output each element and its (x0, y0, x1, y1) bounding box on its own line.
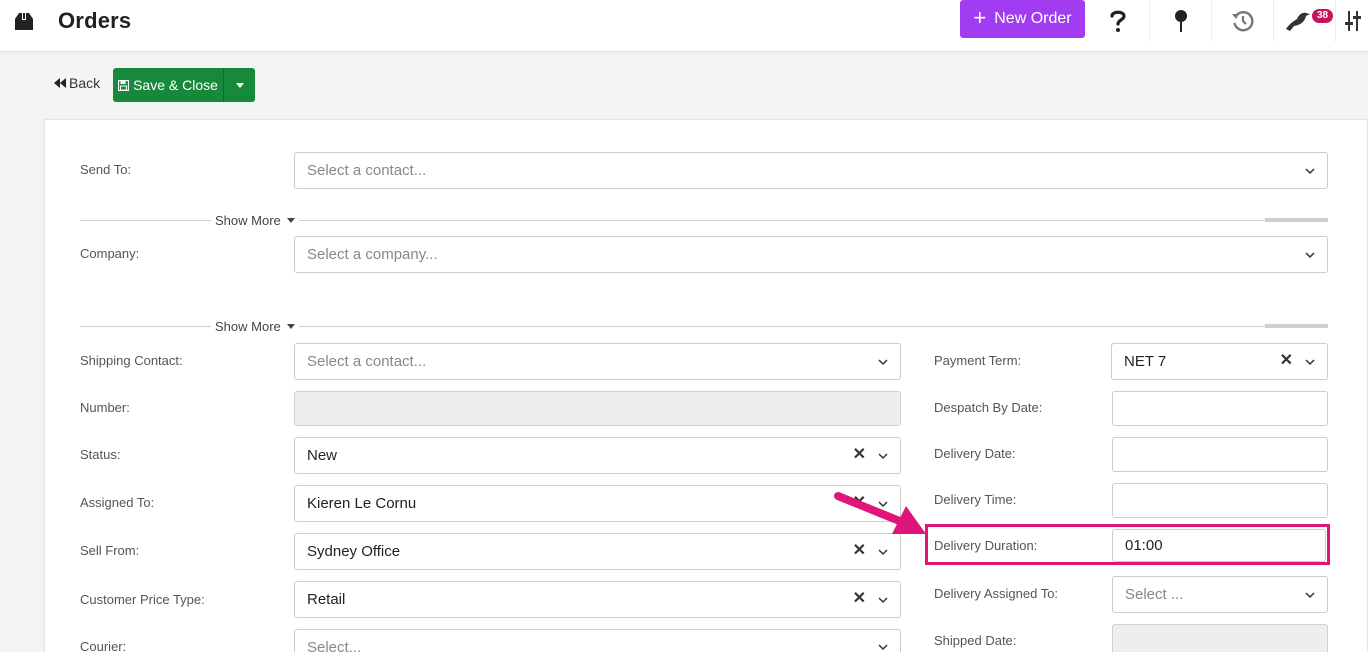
clear-icon[interactable]: ✕ (1280, 352, 1293, 370)
delivery-assigned-to-select[interactable]: Select ... (1112, 576, 1328, 613)
delivery-date-label: Delivery Date: (934, 446, 1016, 461)
chevron-down-icon (878, 453, 888, 460)
history-icon (1231, 11, 1254, 32)
status-value: New (307, 447, 338, 464)
assigned-to-select[interactable]: Kieren Le Cornu ✕ (294, 485, 901, 522)
chevron-down-icon (1305, 168, 1315, 175)
question-icon (1110, 10, 1126, 32)
delivery-time-input[interactable] (1112, 483, 1328, 518)
caret-down-icon (286, 324, 295, 329)
caret-down-icon (235, 82, 244, 88)
despatch-by-date-label: Despatch By Date: (934, 400, 1043, 415)
back-button[interactable]: Back (54, 75, 100, 91)
send-to-select[interactable]: Select a contact... (294, 152, 1328, 189)
assigned-to-value: Kieren Le Cornu (307, 495, 417, 512)
shipped-date-label: Shipped Date: (934, 633, 1017, 648)
customer-price-type-select[interactable]: Retail ✕ (294, 581, 901, 618)
page-title: Orders (58, 8, 132, 33)
status-select[interactable]: New ✕ (294, 437, 901, 474)
despatch-by-date-input[interactable] (1112, 391, 1328, 426)
payment-term-label: Payment Term: (934, 353, 1022, 368)
chevron-down-icon (1305, 592, 1315, 599)
delivery-assigned-to-placeholder: Select ... (1125, 586, 1184, 603)
shipping-contact-placeholder: Select a contact... (307, 353, 427, 370)
customer-price-type-label: Customer Price Type: (80, 592, 205, 607)
send-to-label: Send To: (80, 162, 132, 177)
shipped-date-field (1112, 624, 1328, 652)
new-order-button[interactable]: + New Order (960, 0, 1085, 38)
sell-from-label: Sell From: (80, 543, 140, 558)
back-label: Back (69, 75, 101, 91)
pin-icon (1174, 10, 1187, 32)
save-close-button[interactable]: Save & Close (113, 68, 223, 102)
notification-badge: 38 (1312, 9, 1334, 23)
send-to-placeholder: Select a contact... (307, 162, 427, 179)
chevron-down-icon (878, 549, 888, 556)
clear-icon[interactable]: ✕ (853, 590, 866, 608)
new-order-label: New Order (994, 10, 1072, 27)
save-close-label: Save & Close (133, 77, 218, 93)
history-button[interactable] (1211, 0, 1273, 42)
chevron-down-icon (1305, 359, 1315, 366)
clear-icon[interactable]: ✕ (853, 446, 866, 464)
clear-icon[interactable]: ✕ (853, 542, 866, 560)
chevron-down-icon (878, 644, 888, 651)
payment-term-select[interactable]: NET 7 ✕ (1111, 343, 1328, 380)
assigned-to-label: Assigned To: (80, 495, 155, 510)
company-label: Company: (80, 246, 140, 261)
delivery-assigned-to-label: Delivery Assigned To: (934, 586, 1059, 601)
top-bar: Orders + New Order 38 (0, 0, 1368, 52)
chevron-down-icon (878, 359, 888, 366)
annotation-arrow-icon (834, 492, 926, 534)
order-form-card (44, 119, 1368, 652)
shipping-contact-select[interactable]: Select a contact... (294, 343, 901, 380)
bird-icon (1285, 12, 1310, 31)
sliders-icon (1345, 11, 1361, 31)
plus-icon: + (973, 4, 987, 30)
shipping-contact-label: Shipping Contact: (80, 353, 183, 368)
chevron-down-icon (878, 597, 888, 604)
filter-settings-button[interactable] (1335, 0, 1368, 42)
help-button[interactable] (1087, 0, 1149, 42)
divider-handle (1265, 324, 1328, 328)
number-field (294, 391, 901, 426)
divider-handle (1265, 218, 1328, 222)
company-placeholder: Select a company... (307, 246, 438, 263)
sell-from-value: Sydney Office (307, 543, 401, 560)
courier-select[interactable]: Select... (294, 629, 901, 652)
delivery-date-input[interactable] (1112, 437, 1328, 472)
customer-price-type-value: Retail (307, 591, 346, 608)
show-more-toggle[interactable]: Show More (211, 319, 299, 334)
show-more-label: Show More (215, 213, 281, 228)
delivery-time-label: Delivery Time: (934, 492, 1017, 507)
courier-placeholder: Select... (307, 639, 362, 652)
payment-term-value: NET 7 (1124, 353, 1167, 370)
annotation-highlight-box (925, 524, 1330, 565)
sell-from-select[interactable]: Sydney Office ✕ (294, 533, 901, 570)
status-label: Status: (80, 447, 121, 462)
show-more-toggle[interactable]: Show More (211, 213, 299, 228)
courier-label: Courier: (80, 639, 127, 652)
save-close-group: Save & Close (113, 68, 255, 102)
chevron-down-icon (1305, 252, 1315, 259)
save-options-dropdown[interactable] (223, 68, 255, 102)
floppy-disk-icon (118, 79, 130, 91)
company-select[interactable]: Select a company... (294, 236, 1328, 273)
number-label: Number: (80, 400, 130, 415)
show-more-label: Show More (215, 319, 281, 334)
caret-down-icon (286, 218, 295, 223)
pin-button[interactable] (1149, 0, 1211, 42)
box-icon (15, 13, 33, 30)
fast-backward-icon (54, 78, 66, 88)
